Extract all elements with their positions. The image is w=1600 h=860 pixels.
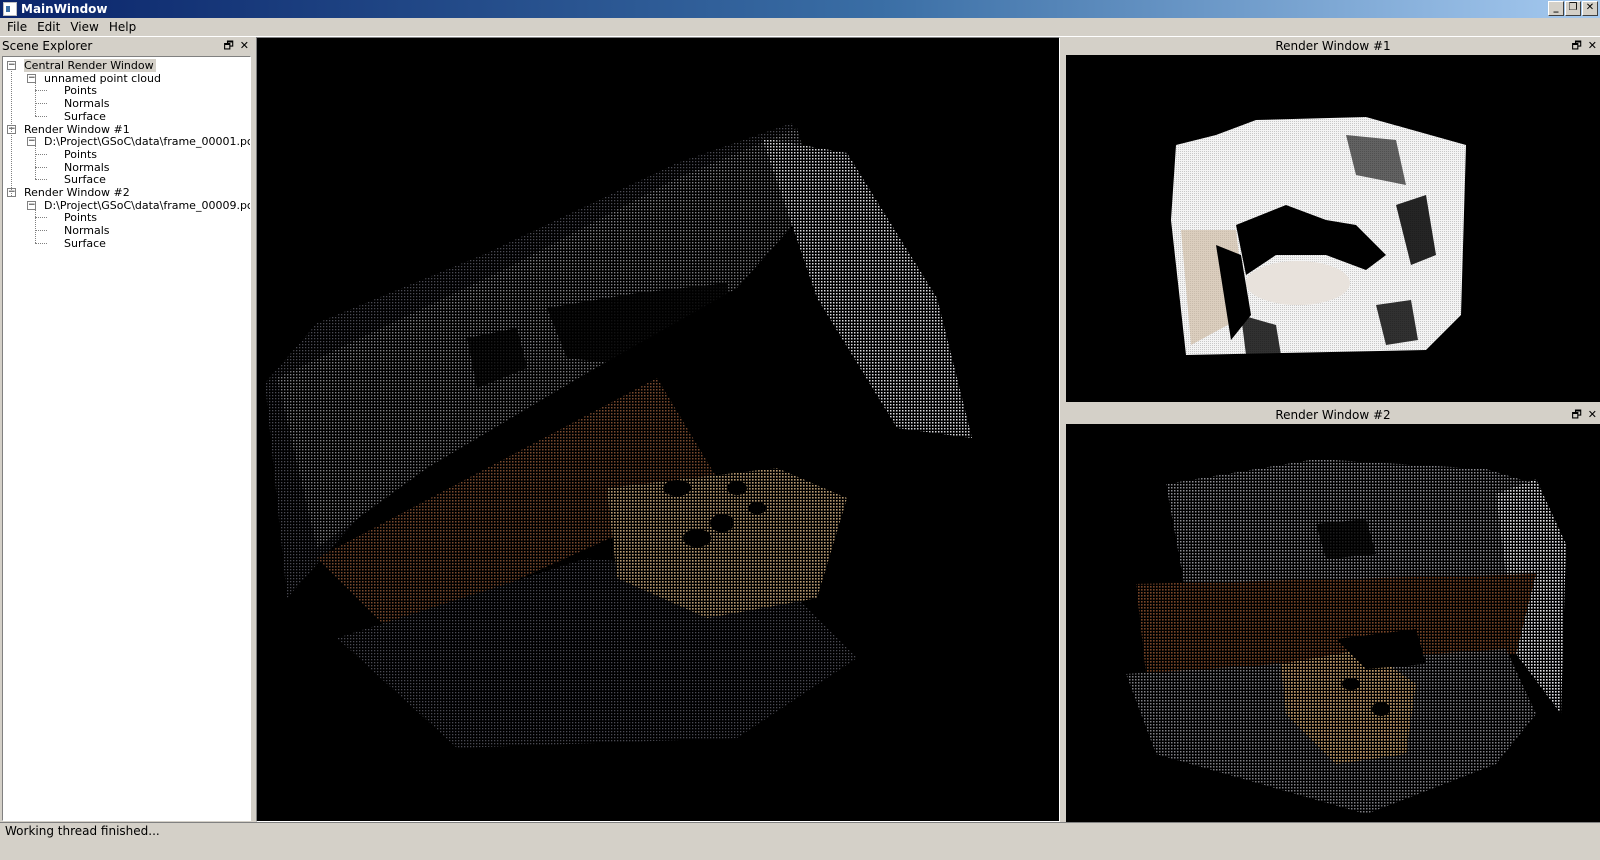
status-text: Working thread finished... xyxy=(5,824,160,838)
tree-guide-line xyxy=(11,69,12,196)
tree-guide-line xyxy=(35,82,36,116)
menu-file[interactable]: File xyxy=(2,19,32,36)
tree-item[interactable]: unnamed point cloud xyxy=(44,72,161,85)
menu-help[interactable]: Help xyxy=(104,19,141,36)
tree-item[interactable]: Points xyxy=(64,211,97,224)
tree-item[interactable]: Surface xyxy=(64,237,106,250)
float-dock-icon[interactable]: 🗗 xyxy=(1571,406,1581,424)
central-point-cloud-view[interactable] xyxy=(257,38,1060,822)
tree-connector xyxy=(35,103,47,105)
tree-connector xyxy=(35,217,47,219)
render-window-2-point-cloud[interactable] xyxy=(1066,424,1600,822)
tree-connector xyxy=(35,115,47,117)
tree-connector xyxy=(35,242,47,244)
vertical-splitter[interactable] xyxy=(1061,37,1065,822)
close-dock-icon[interactable]: ✕ xyxy=(1588,406,1597,424)
restore-button[interactable]: ❐ xyxy=(1565,1,1581,16)
tree-item[interactable]: Surface xyxy=(64,173,106,186)
render-window-1-title: Render Window #1 xyxy=(1275,39,1391,53)
menu-bar: File Edit View Help xyxy=(0,18,1600,37)
tree-connector xyxy=(35,90,47,92)
render-window-1-title-bar[interactable]: Render Window #1 🗗 ✕ xyxy=(1066,37,1600,55)
window-controls: _ ❐ ✕ xyxy=(1548,1,1598,16)
tree-item[interactable]: Central Render Window xyxy=(24,59,156,72)
render-window-1-view[interactable] xyxy=(1066,55,1600,402)
close-dock-icon[interactable]: ✕ xyxy=(240,37,249,55)
tree-expander-icon[interactable]: − xyxy=(27,73,36,83)
app-icon xyxy=(3,2,17,16)
tree-item[interactable]: Points xyxy=(64,148,97,161)
tree-item[interactable]: D:\Project\GSoC\data\frame_00001.pcd xyxy=(44,135,250,148)
tree-item[interactable]: Render Window #1 xyxy=(24,123,130,136)
tree-item[interactable]: Points xyxy=(64,84,97,97)
tree-connector xyxy=(35,179,47,181)
render-window-2-view[interactable] xyxy=(1066,424,1600,822)
scene-explorer-title-bar[interactable]: Scene Explorer 🗗 ✕ xyxy=(0,37,252,55)
tree-item[interactable]: D:\Project\GSoC\data\frame_00009.pcd xyxy=(44,199,250,212)
window-title: MainWindow xyxy=(21,2,108,16)
status-bar: Working thread finished... xyxy=(0,822,1600,840)
tree-expander-icon[interactable]: − xyxy=(27,137,36,147)
menu-edit[interactable]: Edit xyxy=(32,19,65,36)
tree-item[interactable]: Normals xyxy=(64,224,110,237)
tree-item[interactable]: Surface xyxy=(64,110,106,123)
tree-item[interactable]: Normals xyxy=(64,161,110,174)
tree-connector xyxy=(35,153,47,155)
close-button[interactable]: ✕ xyxy=(1582,1,1598,16)
scene-tree[interactable]: − Central Render Window − unnamed point clo… xyxy=(2,56,251,821)
central-render-window[interactable] xyxy=(256,37,1060,822)
close-dock-icon[interactable]: ✕ xyxy=(1588,37,1597,55)
tree-connector xyxy=(35,166,47,168)
menu-view[interactable]: View xyxy=(65,19,103,36)
minimize-button[interactable]: _ xyxy=(1548,1,1564,16)
tree-item[interactable]: Normals xyxy=(64,97,110,110)
render-window-1-point-cloud[interactable] xyxy=(1066,55,1600,402)
float-dock-icon[interactable]: 🗗 xyxy=(1571,37,1581,55)
title-bar[interactable]: MainWindow _ ❐ ✕ xyxy=(0,0,1600,18)
tree-guide-line xyxy=(35,146,36,180)
window-bottom-edge xyxy=(0,840,1600,860)
float-dock-icon[interactable]: 🗗 xyxy=(223,37,233,55)
render-window-2-title-bar[interactable]: Render Window #2 🗗 ✕ xyxy=(1066,406,1600,424)
scene-explorer-title: Scene Explorer xyxy=(2,39,93,53)
tree-item[interactable]: Render Window #2 xyxy=(24,186,130,199)
render-window-2-title: Render Window #2 xyxy=(1275,408,1391,422)
tree-guide-line xyxy=(35,209,36,243)
tree-connector xyxy=(35,230,47,232)
tree-expander-icon[interactable]: − xyxy=(27,200,36,210)
